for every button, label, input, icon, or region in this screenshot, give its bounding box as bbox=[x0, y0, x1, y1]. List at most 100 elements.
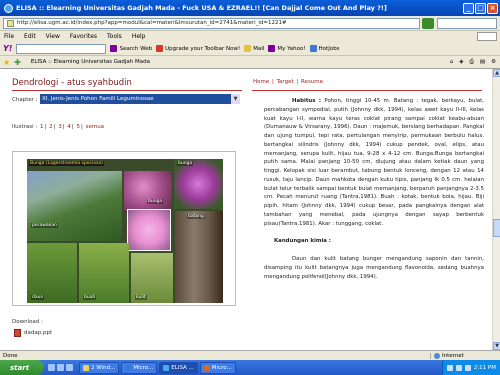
home-icon[interactable]: ⌂ bbox=[450, 59, 454, 66]
ilustrasi-all-link[interactable]: semua bbox=[86, 124, 104, 130]
favorites-star-icon[interactable]: ★ bbox=[3, 58, 10, 67]
menu-edit[interactable]: Edit bbox=[24, 33, 36, 40]
task-windows[interactable]: 2 Wind... bbox=[79, 361, 120, 374]
page-viewport: Dendrologi - atus syahbudin Home | Targe… bbox=[0, 69, 492, 350]
scroll-down-arrow-icon[interactable]: ▼ bbox=[493, 342, 500, 350]
security-zone: Internet bbox=[430, 352, 500, 359]
tab-current[interactable]: ELISA :: Elearning Universitas Gadjah Ma… bbox=[31, 59, 150, 65]
tray-clock[interactable]: 2:11 PM bbox=[474, 365, 496, 371]
task-label: Micro... bbox=[133, 364, 154, 371]
yahoo-search-input[interactable] bbox=[16, 43, 107, 54]
tray-antivirus-icon[interactable] bbox=[464, 364, 471, 371]
menu-view[interactable]: View bbox=[46, 33, 60, 40]
upgrade-icon bbox=[156, 45, 164, 52]
illustration-frame: Bunga (Lagerstroemia speciosa) perawakan… bbox=[12, 151, 236, 306]
page-icon bbox=[7, 19, 14, 27]
my-yahoo-button[interactable]: My Yahoo! bbox=[268, 45, 306, 52]
habitus-text: Pohon, tinggi 10-45 m. Batang : tegak, b… bbox=[264, 98, 485, 227]
tray-network-icon[interactable] bbox=[446, 364, 453, 371]
yahoo-logo[interactable]: Y! bbox=[3, 44, 12, 53]
window-controls: _ □ × bbox=[463, 2, 498, 14]
tray-volume-icon[interactable] bbox=[455, 364, 462, 371]
address-field[interactable]: http://elisa.ugm.ac.id/index.php?app=mod… bbox=[3, 17, 420, 29]
start-button[interactable]: start bbox=[0, 360, 44, 375]
tab-bar: ★ ✚ ELISA :: Elearning Universitas Gadja… bbox=[0, 56, 500, 69]
menu-favorites[interactable]: Favorites bbox=[70, 33, 97, 40]
caption-daun: daun bbox=[31, 295, 45, 300]
close-button[interactable]: × bbox=[487, 2, 498, 14]
download-file-link[interactable]: dadap.ppt bbox=[14, 329, 52, 337]
hotjobs-icon bbox=[309, 45, 317, 52]
chapter-select[interactable]: XI. Jenis-Jenis Pohon Famili Leguminosae… bbox=[40, 94, 240, 104]
ppt-file-icon bbox=[14, 329, 21, 337]
quick-launch bbox=[48, 364, 73, 371]
quick-launch-ie-icon[interactable] bbox=[48, 364, 55, 371]
search-icon bbox=[110, 45, 118, 52]
caption-bunga-top: bunga bbox=[177, 161, 194, 166]
search-web-button[interactable]: Search Web bbox=[110, 45, 152, 52]
figure-main-caption: Bunga (Lagerstroemia speciosa) bbox=[29, 161, 104, 166]
windows-flag-icon bbox=[477, 32, 497, 41]
ilustrasi-page-2[interactable]: 2 bbox=[49, 124, 53, 130]
nav-home-link[interactable]: Home bbox=[253, 79, 269, 85]
task-micro-1[interactable]: Micro... bbox=[121, 361, 158, 374]
photo-bunga-large bbox=[174, 159, 223, 209]
system-tray: 2:11 PM bbox=[441, 360, 500, 375]
maximize-button[interactable]: □ bbox=[475, 2, 486, 14]
title-bar: ELISA :: Elearning Universitas Gadjah Ma… bbox=[0, 0, 500, 16]
top-navigation: Home | Target | Resume bbox=[253, 79, 324, 85]
my-yahoo-label: My Yahoo! bbox=[277, 45, 306, 52]
kandungan-heading: Kandungan kimia : bbox=[274, 238, 331, 245]
photo-flower-closeup bbox=[127, 209, 171, 251]
address-bar-row: http://elisa.ugm.ac.id/index.php?app=mod… bbox=[0, 16, 500, 31]
vertical-scrollbar[interactable]: ▲ ▼ bbox=[492, 69, 500, 350]
photo-perawakan bbox=[27, 171, 122, 241]
folder-icon bbox=[83, 364, 89, 371]
menu-file[interactable]: File bbox=[4, 33, 14, 40]
quick-launch-desktop-icon[interactable] bbox=[57, 364, 64, 371]
yahoo-toolbar: Y! Search Web Upgrade your Toolbar Now! … bbox=[0, 42, 500, 56]
upgrade-toolbar-button[interactable]: Upgrade your Toolbar Now! bbox=[156, 45, 240, 52]
download-label: Download : bbox=[12, 319, 43, 325]
task-list: 2 Wind... Micro... ELISA ... Micro... bbox=[79, 361, 236, 374]
ie-logo-icon bbox=[4, 3, 13, 13]
feeds-icon[interactable]: ◈ bbox=[459, 59, 463, 66]
tools-menu-icon[interactable]: ⚙ bbox=[491, 59, 496, 66]
caption-batang: batang bbox=[187, 214, 205, 219]
nav-target-link[interactable]: Target bbox=[277, 79, 294, 85]
chapter-label: Chapter : bbox=[12, 97, 38, 103]
ilustrasi-page-3[interactable]: 3 bbox=[58, 124, 62, 130]
ie-icon bbox=[163, 364, 170, 371]
minimize-button[interactable]: _ bbox=[463, 2, 474, 14]
task-elisa[interactable]: ELISA ... bbox=[159, 361, 198, 374]
habitus-label: Habitus : bbox=[292, 98, 322, 104]
live-search-field[interactable] bbox=[437, 17, 497, 29]
task-label: 2 Wind... bbox=[91, 364, 116, 371]
hotjobs-button[interactable]: HotJobs bbox=[309, 45, 340, 52]
task-micro-2[interactable]: Micro... bbox=[199, 361, 236, 374]
print-icon[interactable]: ⎙ bbox=[469, 59, 473, 66]
taskbar: start 2 Wind... Micro... ELISA ... Micro… bbox=[0, 360, 500, 375]
menu-tools[interactable]: Tools bbox=[107, 33, 122, 40]
page-menu-icon[interactable]: ▤ bbox=[480, 59, 485, 66]
ilustrasi-page-1[interactable]: 1 bbox=[40, 124, 44, 130]
nav-resume-link[interactable]: Resume bbox=[301, 79, 323, 85]
ilustrasi-page-5[interactable]: 5 bbox=[76, 124, 80, 130]
scroll-up-arrow-icon[interactable]: ▲ bbox=[493, 69, 500, 77]
ilustrasi-page-4[interactable]: 4 bbox=[67, 124, 71, 130]
status-bar: Done Internet bbox=[0, 350, 500, 360]
quick-launch-media-icon[interactable] bbox=[66, 364, 73, 371]
mail-icon bbox=[244, 45, 252, 52]
chevron-down-icon[interactable]: ▼ bbox=[231, 94, 240, 104]
menu-help[interactable]: Help bbox=[132, 33, 146, 40]
add-favorite-icon[interactable]: ✚ bbox=[14, 58, 21, 67]
powerpoint-icon bbox=[203, 364, 210, 371]
go-button[interactable] bbox=[422, 17, 434, 29]
description-text: Habitus : Pohon, tinggi 10-45 m. Batang … bbox=[264, 97, 484, 281]
mail-button[interactable]: Mail bbox=[244, 45, 264, 52]
photo-daun bbox=[27, 243, 77, 303]
scroll-thumb[interactable] bbox=[493, 219, 500, 237]
search-web-label: Search Web bbox=[119, 45, 153, 52]
page-title: Dendrologi - atus syahbudin bbox=[12, 78, 132, 88]
mail-label: Mail bbox=[253, 45, 265, 52]
